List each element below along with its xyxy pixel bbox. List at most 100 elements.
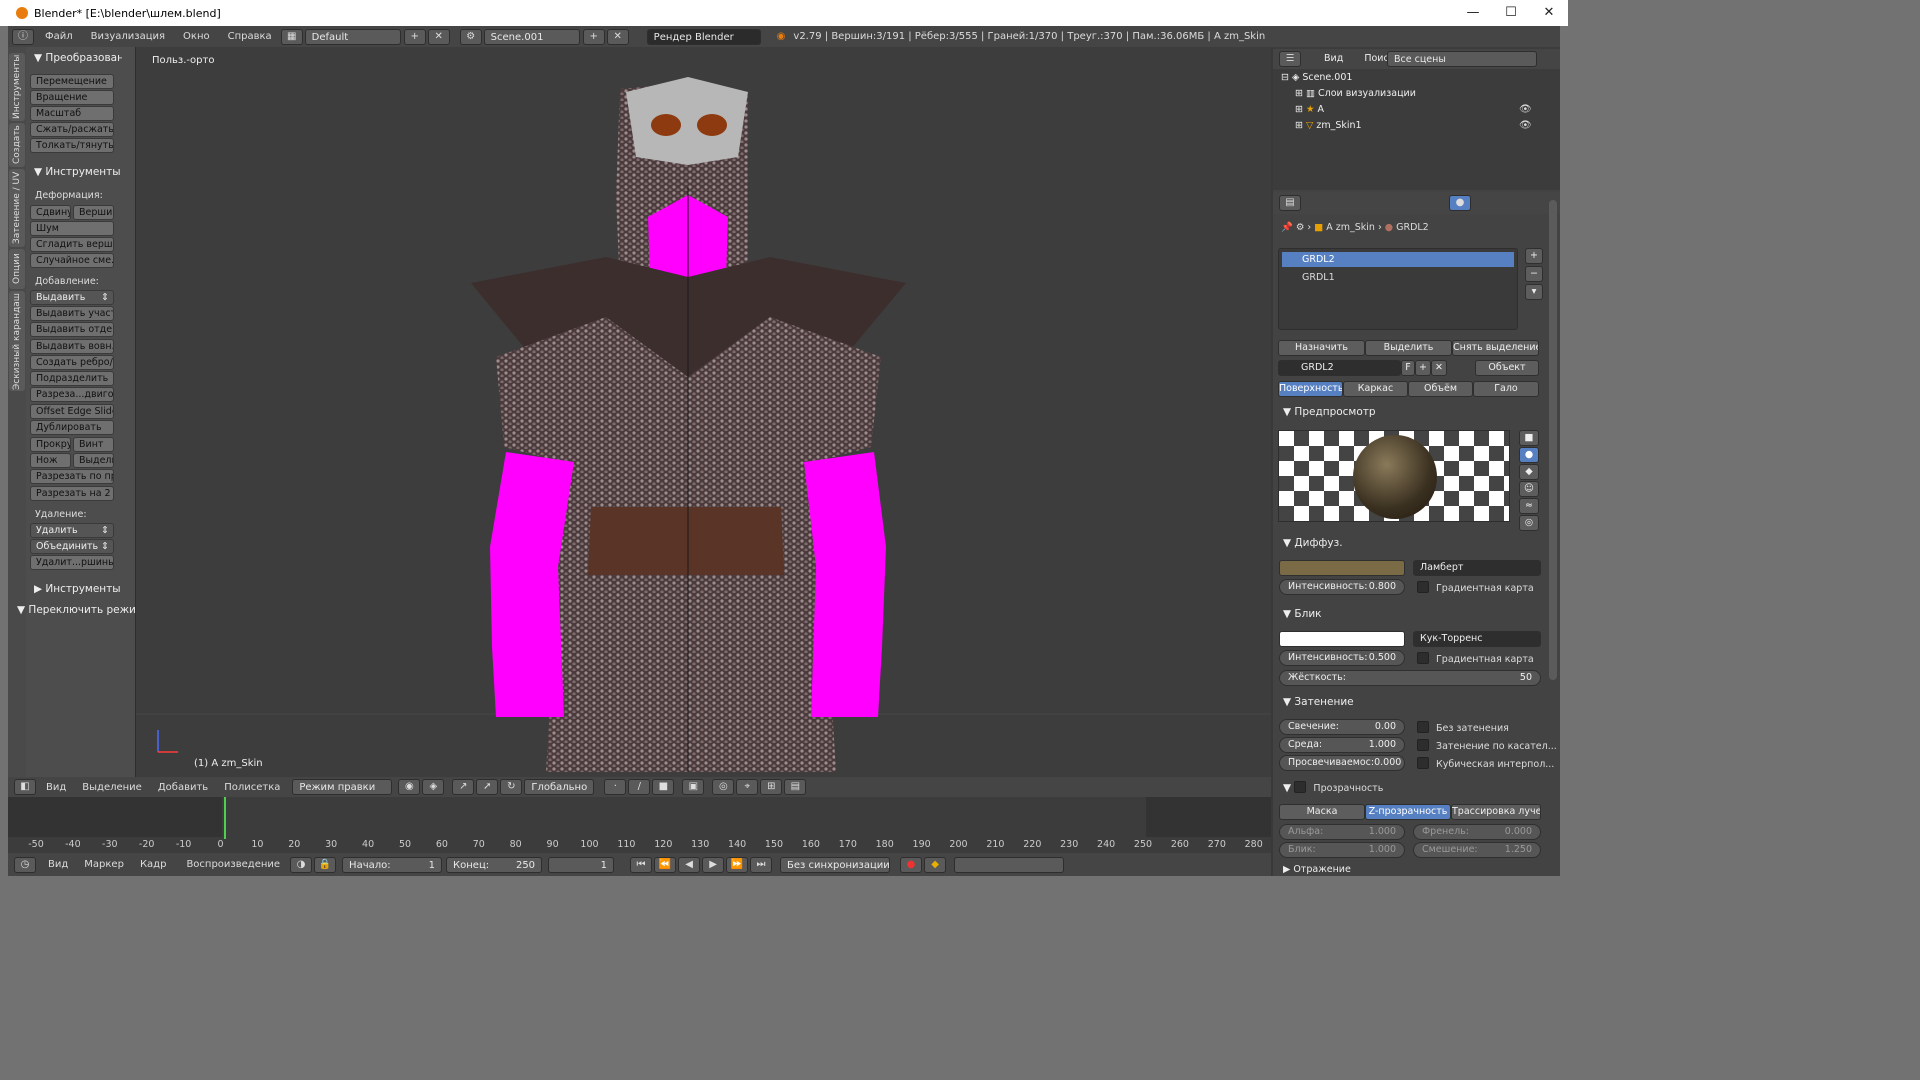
tab-tools[interactable]: Инструменты [9, 53, 25, 121]
snap-target-icon[interactable]: ⊞ [760, 779, 783, 795]
specular-alpha-slider[interactable]: Блик: 1.000 [1279, 842, 1405, 858]
more-tools-panel-header[interactable]: ▶ Инструменты ве [30, 581, 122, 597]
menu-view[interactable]: Вид [38, 859, 78, 870]
diffuse-color-swatch[interactable] [1279, 560, 1405, 576]
transform-panel-header[interactable]: ▼ Преобразовани [30, 50, 122, 66]
menu-marker[interactable]: Маркер [78, 859, 130, 870]
outliner-row-armature[interactable]: ⊞ ★ A [1273, 102, 1560, 118]
preview-flat-icon[interactable]: ■ [1519, 430, 1539, 446]
mesh-tools-panel-header[interactable]: ▼ Инструменты по [30, 164, 122, 180]
smooth-vertex-button[interactable]: Сгладить верш... [30, 237, 114, 252]
alpha-slider[interactable]: Альфа: 1.000 [1279, 824, 1405, 840]
delete-dropdown[interactable]: Удалить ⇕ [30, 523, 114, 538]
vertex-select-icon[interactable]: · [604, 779, 627, 795]
jump-start-icon[interactable]: ⏮ [630, 856, 653, 873]
rotate-icon[interactable]: ↻ [500, 779, 523, 795]
spin-button[interactable]: Прокру [30, 437, 71, 452]
editor-type-icon[interactable]: ◷ [14, 856, 36, 873]
next-key-icon[interactable]: ⏩ [726, 856, 749, 873]
properties-scrollbar[interactable] [1549, 200, 1557, 680]
assign-button[interactable]: Назначить [1278, 340, 1365, 356]
outliner-row-mesh[interactable]: ⊞ ▽ zm_Skin1 [1273, 118, 1560, 134]
transp-raytrace-tab[interactable]: Трассировка лучей [1451, 804, 1541, 820]
outliner-row-render-layers[interactable]: ⊞ ▥ Слои визуализации [1273, 86, 1560, 102]
add-scene-icon[interactable]: + [582, 28, 605, 45]
link-select[interactable]: Объект [1475, 360, 1539, 376]
lock-icon[interactable]: 🔒 [314, 856, 337, 873]
occlude-icon[interactable]: ▣ [682, 779, 705, 795]
tangent-shading-checkbox[interactable]: Затенение по касател... [1417, 739, 1557, 752]
merge-dropdown[interactable]: Объединить ⇕ [30, 539, 114, 554]
orientation-select[interactable]: Глобально [524, 779, 595, 795]
unlink-material-icon[interactable]: ✕ [1431, 360, 1447, 376]
preview-sky-icon[interactable]: ◎ [1519, 515, 1539, 531]
bisect-button[interactable]: Разрезать на 2 ... [30, 486, 114, 501]
edge-select-icon[interactable]: / [628, 779, 651, 795]
menu-view[interactable]: Вид [1324, 53, 1343, 64]
remove-slot-icon[interactable]: − [1525, 266, 1543, 282]
timeline[interactable]: -50 -40 -30 -20 -10 0 10 20 30 40 50 60 70 80 90 100 110… [8, 797, 1271, 853]
preview-monkey-icon[interactable]: ☺ [1519, 481, 1539, 497]
end-frame-field[interactable]: Конец: 250 [446, 856, 543, 873]
duplicate-button[interactable]: Дублировать [30, 420, 114, 435]
preview-hair-icon[interactable]: ≈ [1519, 498, 1539, 514]
menu-window[interactable]: Окно [174, 31, 219, 42]
offset-edge-slide-button[interactable]: Offset Edge Slide [30, 404, 114, 419]
translucency-slider[interactable]: Просвечиваемос: 0.000 [1279, 755, 1405, 771]
menu-mesh[interactable]: Полисетка [216, 782, 288, 793]
transp-mask-tab[interactable]: Маска [1279, 804, 1365, 820]
subdivide-button[interactable]: Подразделить [30, 371, 114, 386]
remove-scene-icon[interactable]: ✕ [606, 28, 629, 45]
blend-slider[interactable]: Смешение: 1.250 [1413, 842, 1541, 858]
tab-options[interactable]: Опции [9, 249, 25, 289]
cubic-interpolation-checkbox[interactable]: Кубическая интерпол... [1417, 757, 1554, 770]
toggle-mode-panel-header[interactable]: ▼ Переключить режи п [13, 602, 135, 618]
keying-set-field[interactable] [954, 856, 1065, 873]
hardness-slider[interactable]: Жёсткость: 50 [1279, 670, 1541, 686]
keyframe-icon[interactable]: ◆ [924, 856, 947, 873]
tab-halo[interactable]: Гало [1473, 381, 1539, 397]
fake-user-toggle[interactable]: F [1401, 360, 1415, 376]
select-button[interactable]: Выделить [1365, 340, 1452, 356]
screw-button[interactable]: Винт [73, 437, 114, 452]
menu-add[interactable]: Добавить [150, 782, 216, 793]
push-pull-button[interactable]: Толкать/тянуть [30, 138, 114, 153]
close-button[interactable]: ✕ [1530, 0, 1568, 26]
remove-doubles-button[interactable]: Удалит...ршины [30, 555, 114, 570]
diffuse-intensity-slider[interactable]: Интенсивность: 0.800 [1279, 579, 1405, 595]
tab-surface[interactable]: Поверхность [1278, 381, 1343, 397]
preview-cube-icon[interactable]: ◆ [1519, 464, 1539, 480]
scale-button[interactable]: Масштаб [30, 106, 114, 121]
randomize-button[interactable]: Случайное сме... [30, 253, 114, 268]
3d-viewport[interactable]: Польз.-орто (1) A zm_Skin [136, 47, 1271, 777]
material-slot-grdl1[interactable]: GRDL1 [1282, 270, 1514, 285]
face-select-icon[interactable]: ■ [652, 779, 675, 795]
editor-type-icon[interactable]: ▤ [1279, 195, 1301, 211]
record-icon[interactable]: ● [900, 856, 923, 873]
current-frame-field[interactable]: 1 [548, 856, 615, 873]
eye-icon[interactable]: 👁 [1519, 120, 1532, 131]
knife-button[interactable]: Нож [30, 453, 71, 468]
transparency-panel-header[interactable]: ▼ Прозрачность [1283, 781, 1383, 794]
make-edge-face-button[interactable]: Создать ребро/г... [30, 355, 114, 370]
loop-cut-slide-button[interactable]: Разреза...двигом [30, 387, 114, 402]
maximize-button[interactable]: ☐ [1492, 0, 1530, 26]
menu-select[interactable]: Выделение [74, 782, 150, 793]
translate-icon[interactable]: ➚ [476, 779, 499, 795]
eye-icon[interactable]: 👁 [1519, 104, 1532, 115]
menu-playback[interactable]: Воспроизведение [176, 859, 290, 870]
menu-file[interactable]: Файл [36, 31, 82, 42]
keying-icon[interactable]: ◑ [290, 856, 313, 873]
noise-button[interactable]: Шум [30, 221, 114, 236]
specular-ramp-checkbox[interactable]: Градиентная карта [1417, 652, 1534, 665]
ambient-slider[interactable]: Среда: 1.000 [1279, 737, 1405, 753]
transparency-checkbox[interactable]: Прозрачность [1294, 783, 1383, 794]
preview-panel-header[interactable]: ▼ Предпросмотр [1283, 406, 1376, 418]
menu-frame[interactable]: Кадр [130, 859, 177, 870]
mode-select[interactable]: Режим правки [292, 779, 393, 795]
play-icon[interactable]: ▶ [702, 856, 725, 873]
manipulator-icon[interactable]: ↗ [452, 779, 475, 795]
extrude-individual-button[interactable]: Выдавить отде... [30, 322, 114, 337]
material-name-field[interactable]: GRDL2 [1278, 360, 1401, 376]
layout-icon[interactable]: ▦ [280, 28, 303, 45]
